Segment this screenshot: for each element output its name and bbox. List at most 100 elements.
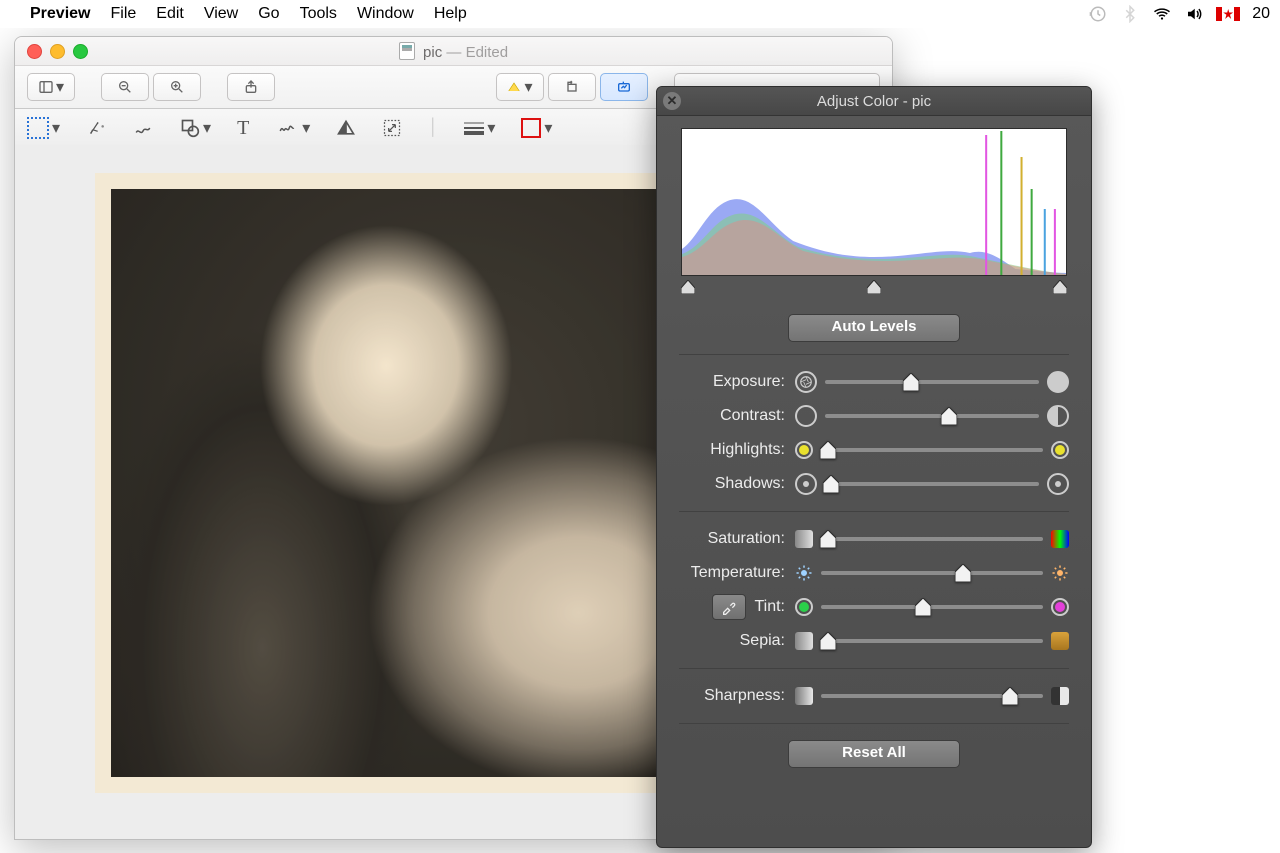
slider-label: Temperature: <box>657 564 787 582</box>
slider-thumb[interactable] <box>820 632 836 650</box>
menu-view[interactable]: View <box>204 5 238 23</box>
menu-go[interactable]: Go <box>258 5 279 23</box>
panel-titlebar[interactable]: ✕ Adjust Color - pic <box>657 87 1091 116</box>
levels-mid-handle[interactable] <box>867 280 881 294</box>
slider-track[interactable] <box>821 687 1043 705</box>
wifi-icon[interactable] <box>1152 5 1172 23</box>
circle-icon <box>795 405 817 427</box>
slider-label: Highlights: <box>657 441 787 459</box>
slider-track[interactable] <box>821 598 1043 616</box>
menubar: Preview File Edit View Go Tools Window H… <box>0 0 1280 28</box>
slider-highlights: Highlights: <box>657 433 1091 467</box>
window-edited-label: — Edited <box>446 44 508 61</box>
adjust-size-tool[interactable] <box>382 118 402 138</box>
yellow-dot-icon <box>795 441 813 459</box>
slider-label: Sepia: <box>657 632 787 650</box>
aperture-icon <box>1047 371 1069 393</box>
slider-thumb[interactable] <box>1002 687 1018 705</box>
aperture-icon <box>795 371 817 393</box>
zoom-out-button[interactable] <box>101 73 149 101</box>
selection-tool[interactable]: ▾ <box>27 117 60 139</box>
slider-track[interactable] <box>821 441 1043 459</box>
clock[interactable]: 20 <box>1252 5 1270 23</box>
text-tool[interactable]: T <box>237 117 249 140</box>
auto-levels-button[interactable]: Auto Levels <box>788 314 960 342</box>
slider-label: Exposure: <box>657 373 787 391</box>
slider-thumb[interactable] <box>955 564 971 582</box>
menu-app[interactable]: Preview <box>30 5 90 23</box>
sharpness-low-icon <box>795 687 813 705</box>
slider-sepia: Sepia: <box>657 624 1091 658</box>
window-title-text: pic <box>423 44 442 61</box>
slider-thumb[interactable] <box>915 598 931 616</box>
line-style-tool[interactable]: ▾ <box>464 118 495 138</box>
flag-icon[interactable] <box>1216 7 1240 21</box>
highlight-button[interactable]: ▾ <box>496 73 544 101</box>
slider-track[interactable] <box>825 407 1039 425</box>
status-area: 20 <box>1088 5 1270 23</box>
menu-edit[interactable]: Edit <box>156 5 184 23</box>
levels-black-handle[interactable] <box>681 280 695 294</box>
share-button[interactable] <box>227 73 275 101</box>
slider-label: Sharpness: <box>657 687 787 705</box>
zoom-in-button[interactable] <box>153 73 201 101</box>
time-machine-icon[interactable] <box>1088 5 1108 23</box>
sketch-tool[interactable] <box>132 119 154 137</box>
slider-track[interactable] <box>825 373 1039 391</box>
slider-label: Shadows: <box>657 475 787 493</box>
target-icon <box>1047 473 1069 495</box>
warm-sun-icon <box>1051 564 1069 582</box>
volume-icon[interactable] <box>1184 5 1204 23</box>
levels-white-handle[interactable] <box>1053 280 1067 294</box>
instant-alpha-tool[interactable] <box>86 118 106 138</box>
saturation-low-icon <box>795 530 813 548</box>
slider-exposure: Exposure: <box>657 365 1091 399</box>
levels-handles <box>677 280 1071 298</box>
menu-window[interactable]: Window <box>357 5 414 23</box>
sign-tool[interactable]: ▾ <box>275 118 310 138</box>
menu-file[interactable]: File <box>110 5 136 23</box>
green-dot-icon <box>795 598 813 616</box>
slider-track[interactable] <box>821 632 1043 650</box>
slider-tint: Tint: <box>657 590 1091 624</box>
slider-contrast: Contrast: <box>657 399 1091 433</box>
magenta-dot-icon <box>1051 598 1069 616</box>
menu-help[interactable]: Help <box>434 5 467 23</box>
slider-saturation: Saturation: <box>657 522 1091 556</box>
panel-close-button[interactable]: ✕ <box>663 92 681 110</box>
sepia-high-icon <box>1051 632 1069 650</box>
reset-all-button[interactable]: Reset All <box>788 740 960 768</box>
bluetooth-icon[interactable] <box>1120 5 1140 23</box>
rotate-button[interactable] <box>548 73 596 101</box>
half-circle-icon <box>1047 405 1069 427</box>
yellow-dot-icon <box>1051 441 1069 459</box>
slider-track[interactable] <box>825 475 1039 493</box>
slider-track[interactable] <box>821 564 1043 582</box>
panel-title: Adjust Color - pic <box>817 93 931 110</box>
sidebar-view-button[interactable]: ▾ <box>27 73 75 101</box>
slider-thumb[interactable] <box>903 373 919 391</box>
window-title: pic — Edited <box>15 42 892 61</box>
shapes-tool[interactable]: ▾ <box>180 118 211 138</box>
slider-label: Tint: <box>754 598 785 616</box>
slider-track[interactable] <box>821 530 1043 548</box>
eyedropper-button[interactable] <box>712 594 746 620</box>
slider-thumb[interactable] <box>820 441 836 459</box>
slider-thumb[interactable] <box>941 407 957 425</box>
sharpness-high-icon <box>1051 687 1069 705</box>
slider-thumb[interactable] <box>820 530 836 548</box>
slider-shadows: Shadows: <box>657 467 1091 501</box>
menu-tools[interactable]: Tools <box>300 5 337 23</box>
adjust-color-tool[interactable] <box>336 118 356 138</box>
markup-button[interactable] <box>600 73 648 101</box>
window-titlebar[interactable]: pic — Edited <box>15 37 892 66</box>
chevron-down-icon: ▾ <box>56 77 64 97</box>
border-color-tool[interactable]: ▾ <box>521 118 552 138</box>
slider-thumb[interactable] <box>823 475 839 493</box>
slider-sharpness: Sharpness: <box>657 679 1091 713</box>
target-icon <box>795 473 817 495</box>
cool-sun-icon <box>795 564 813 582</box>
slider-temperature: Temperature: <box>657 556 1091 590</box>
slider-label: Saturation: <box>657 530 787 548</box>
saturation-high-icon <box>1051 530 1069 548</box>
